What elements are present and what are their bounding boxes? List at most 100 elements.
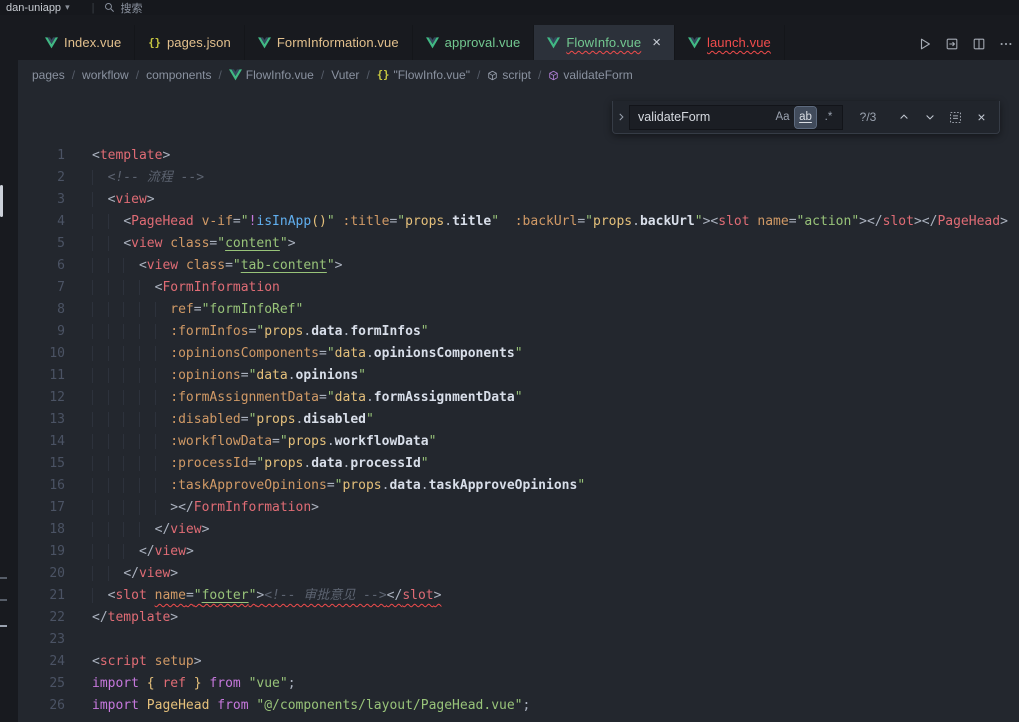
- code-line[interactable]: 18 </view>: [18, 519, 1019, 541]
- breadcrumb-item[interactable]: validateForm: [548, 68, 632, 82]
- breadcrumb-label: validateForm: [563, 68, 632, 82]
- breadcrumb-label: pages: [32, 68, 65, 82]
- line-content: :processId="props.data.processId": [65, 453, 429, 475]
- line-content: </template>: [65, 607, 178, 629]
- code-line[interactable]: 14 :workflowData="props.workflowData": [18, 431, 1019, 453]
- tab-launch.vue[interactable]: launch.vue: [675, 25, 785, 60]
- code-line[interactable]: 6 <view class="tab-content">: [18, 255, 1019, 277]
- code-line[interactable]: 25import { ref } from "vue";: [18, 673, 1019, 695]
- find-close-button[interactable]: ×: [971, 107, 992, 128]
- run-button[interactable]: [918, 37, 932, 51]
- code-line[interactable]: 7 <FormInformation: [18, 277, 1019, 299]
- code-line[interactable]: 21 <slot name="footer"><!-- 审批意见 --></sl…: [18, 585, 1019, 607]
- tab-pages.json[interactable]: {} pages.json: [135, 25, 245, 60]
- line-number: 18: [18, 519, 65, 541]
- regex-toggle[interactable]: .*: [818, 107, 839, 128]
- breadcrumb-item[interactable]: workflow: [82, 68, 129, 82]
- find-options: Aaab .*: [772, 107, 839, 128]
- whole-word-label: ab: [799, 111, 812, 123]
- match-case-toggle[interactable]: Aa: [772, 107, 793, 128]
- line-content: :formAssignmentData="data.formAssignment…: [65, 387, 523, 409]
- find-widget: Aaab .* ?/3 ×: [612, 101, 1000, 134]
- code-line[interactable]: 22</template>: [18, 607, 1019, 629]
- json-icon: {}: [148, 37, 161, 49]
- breadcrumb-item[interactable]: FlowInfo.vue: [229, 68, 314, 82]
- open-changes-button[interactable]: [945, 37, 959, 51]
- line-content: <FormInformation: [65, 277, 280, 299]
- code-line[interactable]: 10 :opinionsComponents="data.opinionsCom…: [18, 343, 1019, 365]
- line-content: </view>: [65, 519, 209, 541]
- find-next-button[interactable]: [919, 107, 940, 128]
- code-line[interactable]: 15 :processId="props.data.processId": [18, 453, 1019, 475]
- code-line[interactable]: 9 :formInfos="props.data.formInfos": [18, 321, 1019, 343]
- code-line[interactable]: 5 <view class="content">: [18, 233, 1019, 255]
- code-line[interactable]: 1<template>: [18, 145, 1019, 167]
- breadcrumb-label: "FlowInfo.vue": [393, 68, 470, 82]
- activity-bar-active-indicator[interactable]: [0, 185, 3, 217]
- code-line[interactable]: 13 :disabled="props.disabled": [18, 409, 1019, 431]
- line-number: 16: [18, 475, 65, 497]
- app-menu[interactable]: dan-uniapp ▾: [6, 2, 70, 14]
- breadcrumb-item[interactable]: components: [146, 68, 211, 82]
- regex-label: .*: [825, 111, 833, 123]
- breadcrumb-item[interactable]: pages: [32, 68, 65, 82]
- code-line[interactable]: 4 <PageHead v-if="!isInApp()" :title="pr…: [18, 211, 1019, 233]
- line-number: 8: [18, 299, 65, 321]
- line-number: 10: [18, 343, 65, 365]
- sidebar-fragment: [0, 625, 7, 627]
- find-in-selection-button[interactable]: [945, 107, 966, 128]
- tab-Index.vue[interactable]: Index.vue: [32, 25, 135, 60]
- line-content: import { ref } from "vue";: [65, 673, 296, 695]
- find-input[interactable]: [638, 110, 770, 124]
- line-content: <view class="content">: [65, 233, 296, 255]
- whole-word-toggle[interactable]: ab: [795, 107, 816, 128]
- code-line[interactable]: 20 </view>: [18, 563, 1019, 585]
- code-line[interactable]: 26import PageHead from "@/components/lay…: [18, 695, 1019, 717]
- code-line[interactable]: 2 <!-- 流程 -->: [18, 167, 1019, 189]
- breadcrumb-separator: /: [321, 68, 324, 82]
- line-number: 1: [18, 145, 65, 167]
- breadcrumb-label: FlowInfo.vue: [246, 68, 314, 82]
- line-content: <view>: [65, 189, 155, 211]
- code-line[interactable]: 16 :taskApproveOpinions="props.data.task…: [18, 475, 1019, 497]
- line-number: 23: [18, 629, 65, 651]
- line-content: :formInfos="props.data.formInfos": [65, 321, 429, 343]
- toggle-replace-button[interactable]: [613, 101, 629, 133]
- code-line[interactable]: 8 ref="formInfoRef": [18, 299, 1019, 321]
- code-line[interactable]: 23: [18, 629, 1019, 651]
- line-content: ref="formInfoRef": [65, 299, 303, 321]
- vue-icon: [547, 37, 560, 49]
- line-content: :opinions="data.opinions": [65, 365, 366, 387]
- line-number: 24: [18, 651, 65, 673]
- chevron-right-icon: [616, 112, 626, 122]
- find-results-count: ?/3: [853, 110, 883, 124]
- line-number: 12: [18, 387, 65, 409]
- code-line[interactable]: 11 :opinions="data.opinions": [18, 365, 1019, 387]
- vue-icon: [258, 37, 271, 49]
- tab-FlowInfo.vue[interactable]: FlowInfo.vue×: [534, 25, 675, 60]
- tab-approval.vue[interactable]: approval.vue: [413, 25, 535, 60]
- code-line[interactable]: 24<script setup>: [18, 651, 1019, 673]
- split-editor-button[interactable]: [972, 37, 986, 51]
- breadcrumb-item[interactable]: {}"FlowInfo.vue": [377, 68, 470, 82]
- find-previous-button[interactable]: [893, 107, 914, 128]
- tab-label: pages.json: [167, 35, 231, 50]
- find-input-box[interactable]: Aaab .*: [629, 105, 843, 130]
- code-line[interactable]: 17 ></FormInformation>: [18, 497, 1019, 519]
- app-title: dan-uniapp: [6, 2, 61, 14]
- code-line[interactable]: 19 </view>: [18, 541, 1019, 563]
- search-icon: [104, 2, 115, 13]
- more-button[interactable]: [999, 37, 1013, 51]
- breadcrumb-item[interactable]: script: [487, 68, 531, 82]
- close-icon[interactable]: ×: [652, 35, 661, 50]
- breadcrumb-item[interactable]: Vuter: [331, 68, 359, 82]
- code-line[interactable]: 3 <view>: [18, 189, 1019, 211]
- breadcrumb-label: workflow: [82, 68, 129, 82]
- line-content: <PageHead v-if="!isInApp()" :title="prop…: [65, 211, 1008, 233]
- tab-list: Index.vue {} pages.json FormInformation.vue…: [32, 25, 785, 60]
- code-line[interactable]: 12 :formAssignmentData="data.formAssignm…: [18, 387, 1019, 409]
- workbench: Index.vue {} pages.json FormInformation.vue…: [0, 15, 1019, 722]
- tab-FormInformation.vue[interactable]: FormInformation.vue: [245, 25, 413, 60]
- line-content: <slot name="footer"><!-- 审批意见 --></slot>: [65, 585, 441, 607]
- titlebar-search[interactable]: 搜索: [104, 0, 142, 16]
